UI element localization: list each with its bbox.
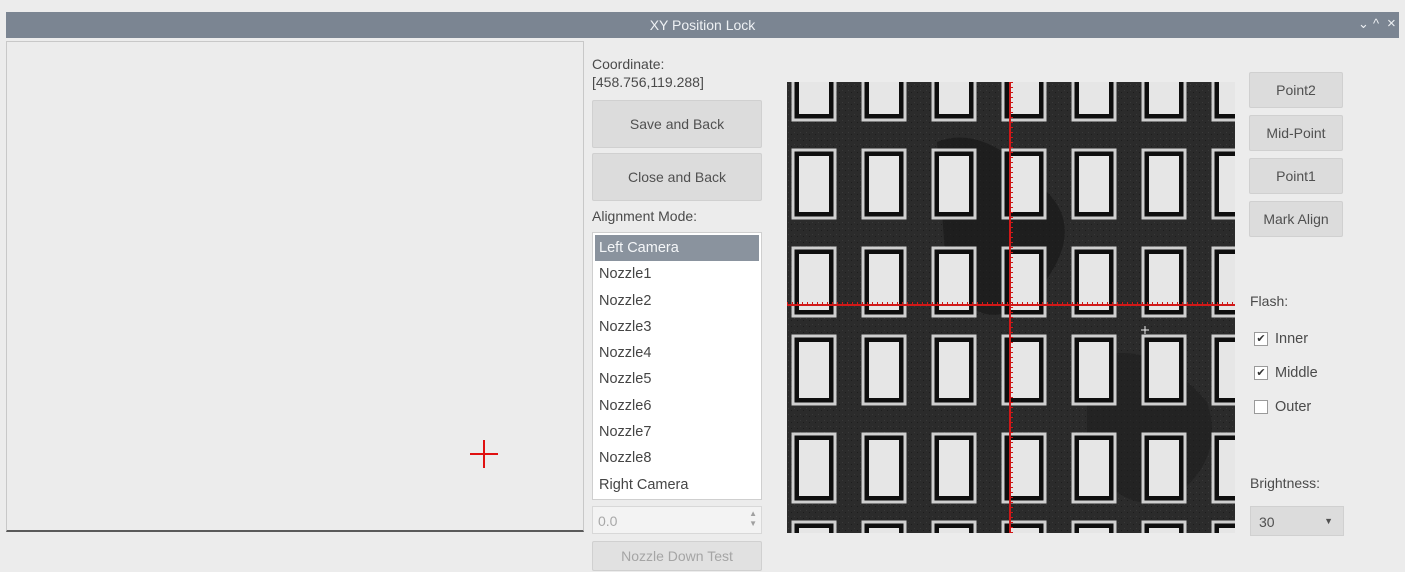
list-item-nozzle5[interactable]: Nozzle5 xyxy=(595,366,759,392)
window-title: XY Position Lock xyxy=(649,17,756,33)
list-item-left-camera[interactable]: Left Camera xyxy=(595,235,759,262)
minimize-icon[interactable]: ⌄ xyxy=(1358,16,1369,32)
list-item-nozzle6[interactable]: Nozzle6 xyxy=(595,393,759,419)
list-item-nozzle1[interactable]: Nozzle1 xyxy=(595,261,759,287)
flash-outer-checkbox[interactable]: Outer xyxy=(1254,399,1311,415)
alignment-mode-label: Alignment Mode: xyxy=(592,208,698,224)
brightness-value: 30 xyxy=(1259,514,1275,530)
coordinate-value: [458.756,119.288] xyxy=(592,74,704,90)
checkbox-middle-icon[interactable]: ✔ xyxy=(1254,366,1268,380)
checkbox-inner-icon[interactable]: ✔ xyxy=(1254,332,1268,346)
close-icon[interactable]: × xyxy=(1387,15,1396,32)
checkbox-outer-icon[interactable] xyxy=(1254,400,1268,414)
brightness-label: Brightness: xyxy=(1250,475,1321,491)
offset-spinbox[interactable]: 0.0 ▲ ▼ xyxy=(592,506,762,534)
close-and-back-button[interactable]: Close and Back xyxy=(592,153,762,201)
camera-view[interactable] xyxy=(787,82,1235,533)
overview-canvas[interactable] xyxy=(6,41,584,532)
list-item-nozzle4[interactable]: Nozzle4 xyxy=(595,340,759,366)
flash-outer-label: Outer xyxy=(1275,399,1312,415)
list-item-nozzle7[interactable]: Nozzle7 xyxy=(595,419,759,445)
flash-middle-checkbox[interactable]: ✔ Middle xyxy=(1254,365,1318,381)
mid-point-button[interactable]: Mid-Point xyxy=(1249,115,1343,151)
title-bar: XY Position Lock ⌄ ^ × xyxy=(6,12,1399,38)
nozzle-down-test-button[interactable]: Nozzle Down Test xyxy=(592,541,762,571)
flash-label: Flash: xyxy=(1250,293,1289,309)
save-and-back-button[interactable]: Save and Back xyxy=(592,100,762,148)
mark-align-button[interactable]: Mark Align xyxy=(1249,201,1343,237)
camera-image xyxy=(787,82,1235,533)
point1-button[interactable]: Point1 xyxy=(1249,158,1343,194)
list-item-right-camera[interactable]: Right Camera xyxy=(595,472,759,498)
point2-button[interactable]: Point2 xyxy=(1249,72,1343,108)
list-item-nozzle3[interactable]: Nozzle3 xyxy=(595,314,759,340)
spinbox-arrows-icon[interactable]: ▲ ▼ xyxy=(749,509,757,529)
maximize-icon[interactable]: ^ xyxy=(1373,16,1379,31)
alignment-mode-list[interactable]: Left Camera Nozzle1 Nozzle2 Nozzle3 Nozz… xyxy=(592,232,762,500)
brightness-select[interactable]: 30 ▼ xyxy=(1250,506,1344,536)
flash-middle-label: Middle xyxy=(1275,365,1318,381)
list-item-nozzle8[interactable]: Nozzle8 xyxy=(595,445,759,471)
list-item-nozzle2[interactable]: Nozzle2 xyxy=(595,288,759,314)
target-crosshair-icon xyxy=(470,440,498,468)
chevron-down-icon: ▼ xyxy=(1324,516,1333,526)
coordinate-label: Coordinate: xyxy=(592,56,665,72)
spinbox-value: 0.0 xyxy=(598,513,618,529)
flash-inner-checkbox[interactable]: ✔ Inner xyxy=(1254,331,1308,347)
flash-inner-label: Inner xyxy=(1275,331,1309,347)
